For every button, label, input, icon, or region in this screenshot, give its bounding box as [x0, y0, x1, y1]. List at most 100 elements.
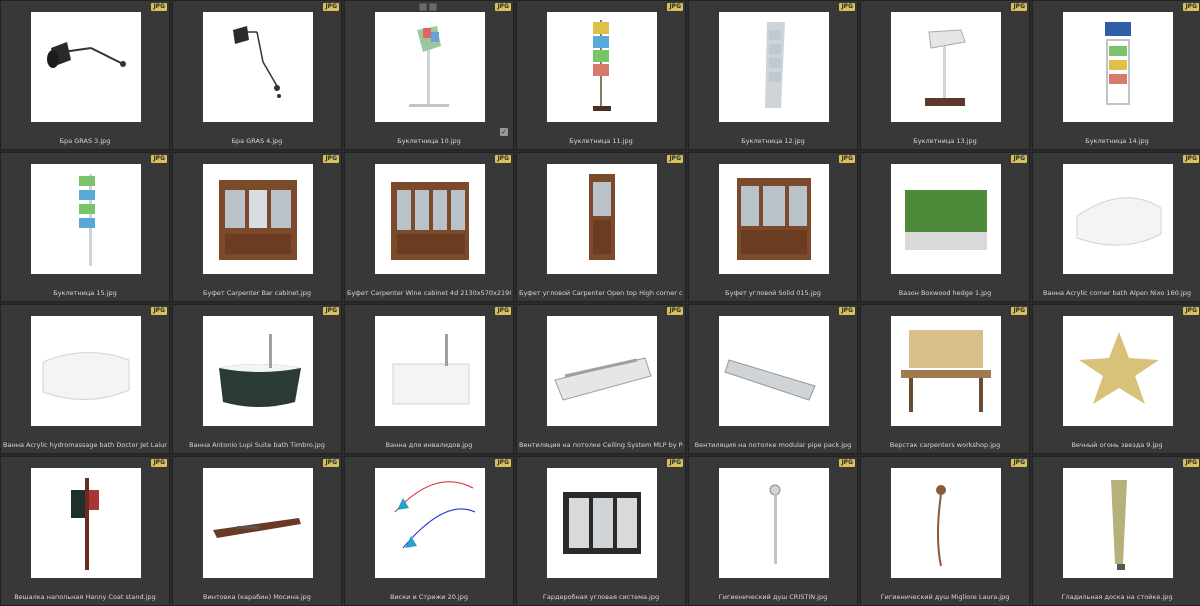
thumbnail-image[interactable] — [719, 12, 829, 122]
file-name: Буклетница 12.jpg — [741, 137, 805, 145]
file-type-badge: JPG — [323, 155, 339, 163]
file-name: Буфет угловой Solid 015.jpg — [725, 289, 821, 297]
thumbnail-tile[interactable]: JPG Вазон Boxwood hedge 1.jpg — [860, 152, 1030, 302]
thumbnail-tile[interactable]: JPG Ванна Acrylic corner bath Alpen Nixo… — [1032, 152, 1200, 302]
thumbnail-tile[interactable]: JPG Вентиляция на потолке Ceiling System… — [516, 304, 686, 454]
thumbnail-image[interactable] — [31, 316, 141, 426]
thumbnail-image[interactable] — [547, 12, 657, 122]
file-name: Гигиенический душ CRISTIN.jpg — [718, 593, 828, 601]
thumbnail-tile[interactable]: JPG Буклетница 13.jpg — [860, 0, 1030, 150]
thumbnail-image[interactable] — [375, 468, 485, 578]
thumbnail-tile[interactable]: JPG Буфет Carpenter Bar cabinet.jpg — [172, 152, 342, 302]
file-name: Вешалка напольная Hanny Coat stand.jpg — [14, 593, 156, 601]
thumbnail-tile[interactable]: JPG Виски и Стрижи 20.jpg — [344, 456, 514, 606]
file-name: Гигиенический душ Migliore Laura.jpg — [880, 593, 1010, 601]
thumbnail-tile[interactable]: JPG Гигиенический душ CRISTIN.jpg — [688, 456, 858, 606]
thumbnail-image[interactable] — [31, 12, 141, 122]
file-name: Вентиляция на потолке modular pipe pack.… — [694, 441, 852, 449]
file-name: Ванна Acrylic hydromassage bath Doctor J… — [3, 441, 167, 449]
thumbnail-tile[interactable]: JPG Винтовка (карабин) Мосина.jpg — [172, 456, 342, 606]
file-name: Буклетница 10.jpg — [397, 137, 461, 145]
thumbnail-image[interactable] — [719, 316, 829, 426]
thumbnail-image[interactable] — [203, 164, 313, 274]
thumbnail-image[interactable] — [891, 164, 1001, 274]
thumbnail-tile[interactable]: JPG Верстак carpenters workshop.jpg — [860, 304, 1030, 454]
thumbnail-image[interactable] — [547, 316, 657, 426]
thumbnail-tile[interactable]: JPG Бра GRAS 4.jpg — [172, 0, 342, 150]
file-name: Буклетница 15.jpg — [53, 289, 117, 297]
thumbnail-tile[interactable]: JPG Буфет угловой Solid 015.jpg — [688, 152, 858, 302]
file-name: Винтовка (карабин) Мосина.jpg — [203, 593, 311, 601]
thumbnail-tile[interactable]: JPG Буклетница 12.jpg — [688, 0, 858, 150]
file-type-badge: JPG — [1183, 155, 1199, 163]
thumbnail-image[interactable] — [1063, 12, 1173, 122]
file-type-badge: JPG — [1011, 459, 1027, 467]
file-type-badge: JPG — [839, 155, 855, 163]
file-name: Ванна Acrylic corner bath Alpen Nixo 160… — [1043, 289, 1191, 297]
file-name: Верстак carpenters workshop.jpg — [889, 441, 1001, 449]
thumbnail-image[interactable] — [203, 12, 313, 122]
thumbnail-tile[interactable]: JPG ✓ Буклетница 10.jpg — [344, 0, 514, 150]
thumbnail-image[interactable] — [547, 164, 657, 274]
thumbnail-image[interactable] — [203, 468, 313, 578]
file-type-badge: JPG — [1183, 3, 1199, 11]
thumbnail-tile[interactable]: JPG Вечный огонь звезда 9.jpg — [1032, 304, 1200, 454]
thumbnail-tile[interactable]: JPG Ванна для инвалидов.jpg — [344, 304, 514, 454]
file-name: Буклетница 14.jpg — [1085, 137, 1149, 145]
file-type-badge: JPG — [839, 307, 855, 315]
file-type-badge: JPG — [151, 459, 167, 467]
thumbnail-image[interactable] — [203, 316, 313, 426]
thumbnail-tile[interactable]: JPG Буклетница 14.jpg — [1032, 0, 1200, 150]
thumbnail-tile[interactable]: JPG Вешалка напольная Hanny Coat stand.j… — [0, 456, 170, 606]
file-type-badge: JPG — [323, 459, 339, 467]
thumbnail-tile[interactable]: JPG Гладильная доска на стойке.jpg — [1032, 456, 1200, 606]
file-type-badge: JPG — [1011, 155, 1027, 163]
file-name: Буфет Carpenter Wine cabinet 4d 2130x570… — [347, 289, 511, 297]
file-type-badge: JPG — [495, 155, 511, 163]
thumbnail-image[interactable] — [891, 468, 1001, 578]
file-name: Гардеробная угловая система.jpg — [542, 593, 660, 601]
file-name: Гладильная доска на стойке.jpg — [1061, 593, 1173, 601]
thumbnail-tile[interactable]: JPG Буклетница 15.jpg — [0, 152, 170, 302]
thumbnail-tile[interactable]: JPG Ванна Acrylic hydromassage bath Doct… — [0, 304, 170, 454]
thumbnail-image[interactable] — [719, 164, 829, 274]
thumbnail-tile[interactable]: JPG Ванна Antonio Lupi Suite bath Timbro… — [172, 304, 342, 454]
thumbnail-tile[interactable]: JPG Буфет Carpenter Wine cabinet 4d 2130… — [344, 152, 514, 302]
file-name: Бра GRAS 3.jpg — [59, 137, 111, 145]
thumbnail-tile[interactable]: JPG Гардеробная угловая система.jpg — [516, 456, 686, 606]
thumbnail-image[interactable] — [375, 12, 485, 122]
square-icon[interactable] — [419, 3, 427, 11]
thumbnail-image[interactable] — [375, 316, 485, 426]
thumbnail-image[interactable] — [1063, 468, 1173, 578]
file-name: Буфет угловой Carpenter Open top High co… — [519, 289, 683, 297]
thumbnail-image[interactable] — [31, 164, 141, 274]
thumbnail-image[interactable] — [31, 468, 141, 578]
thumbnail-tile[interactable]: JPG Буклетница 11.jpg — [516, 0, 686, 150]
file-type-badge: JPG — [667, 3, 683, 11]
pencil-icon[interactable] — [429, 3, 437, 11]
thumbnail-image[interactable] — [891, 12, 1001, 122]
tile-toolbar — [419, 3, 437, 11]
file-type-badge: JPG — [495, 459, 511, 467]
checkbox-icon[interactable]: ✓ — [500, 128, 508, 136]
file-type-badge: JPG — [495, 3, 511, 11]
thumbnail-image[interactable] — [719, 468, 829, 578]
file-name: Буклетница 11.jpg — [569, 137, 633, 145]
thumbnail-image[interactable] — [891, 316, 1001, 426]
thumbnail-grid: JPG Бра GRAS 3.jpg JPG Бра GRAS 4.jpg JP… — [0, 0, 1200, 606]
thumbnail-image[interactable] — [375, 164, 485, 274]
file-name: Бра GRAS 4.jpg — [231, 137, 283, 145]
thumbnail-image[interactable] — [547, 468, 657, 578]
thumbnail-image[interactable] — [1063, 164, 1173, 274]
file-type-badge: JPG — [151, 155, 167, 163]
thumbnail-tile[interactable]: JPG Буфет угловой Carpenter Open top Hig… — [516, 152, 686, 302]
file-type-badge: JPG — [667, 459, 683, 467]
thumbnail-tile[interactable]: JPG Бра GRAS 3.jpg — [0, 0, 170, 150]
thumbnail-image[interactable] — [1063, 316, 1173, 426]
file-type-badge: JPG — [1183, 459, 1199, 467]
thumbnail-tile[interactable]: JPG Вентиляция на потолке modular pipe p… — [688, 304, 858, 454]
file-type-badge: JPG — [323, 307, 339, 315]
file-type-badge: JPG — [1183, 307, 1199, 315]
file-name: Вентиляция на потолке Ceiling System MLP… — [519, 441, 683, 449]
thumbnail-tile[interactable]: JPG Гигиенический душ Migliore Laura.jpg — [860, 456, 1030, 606]
